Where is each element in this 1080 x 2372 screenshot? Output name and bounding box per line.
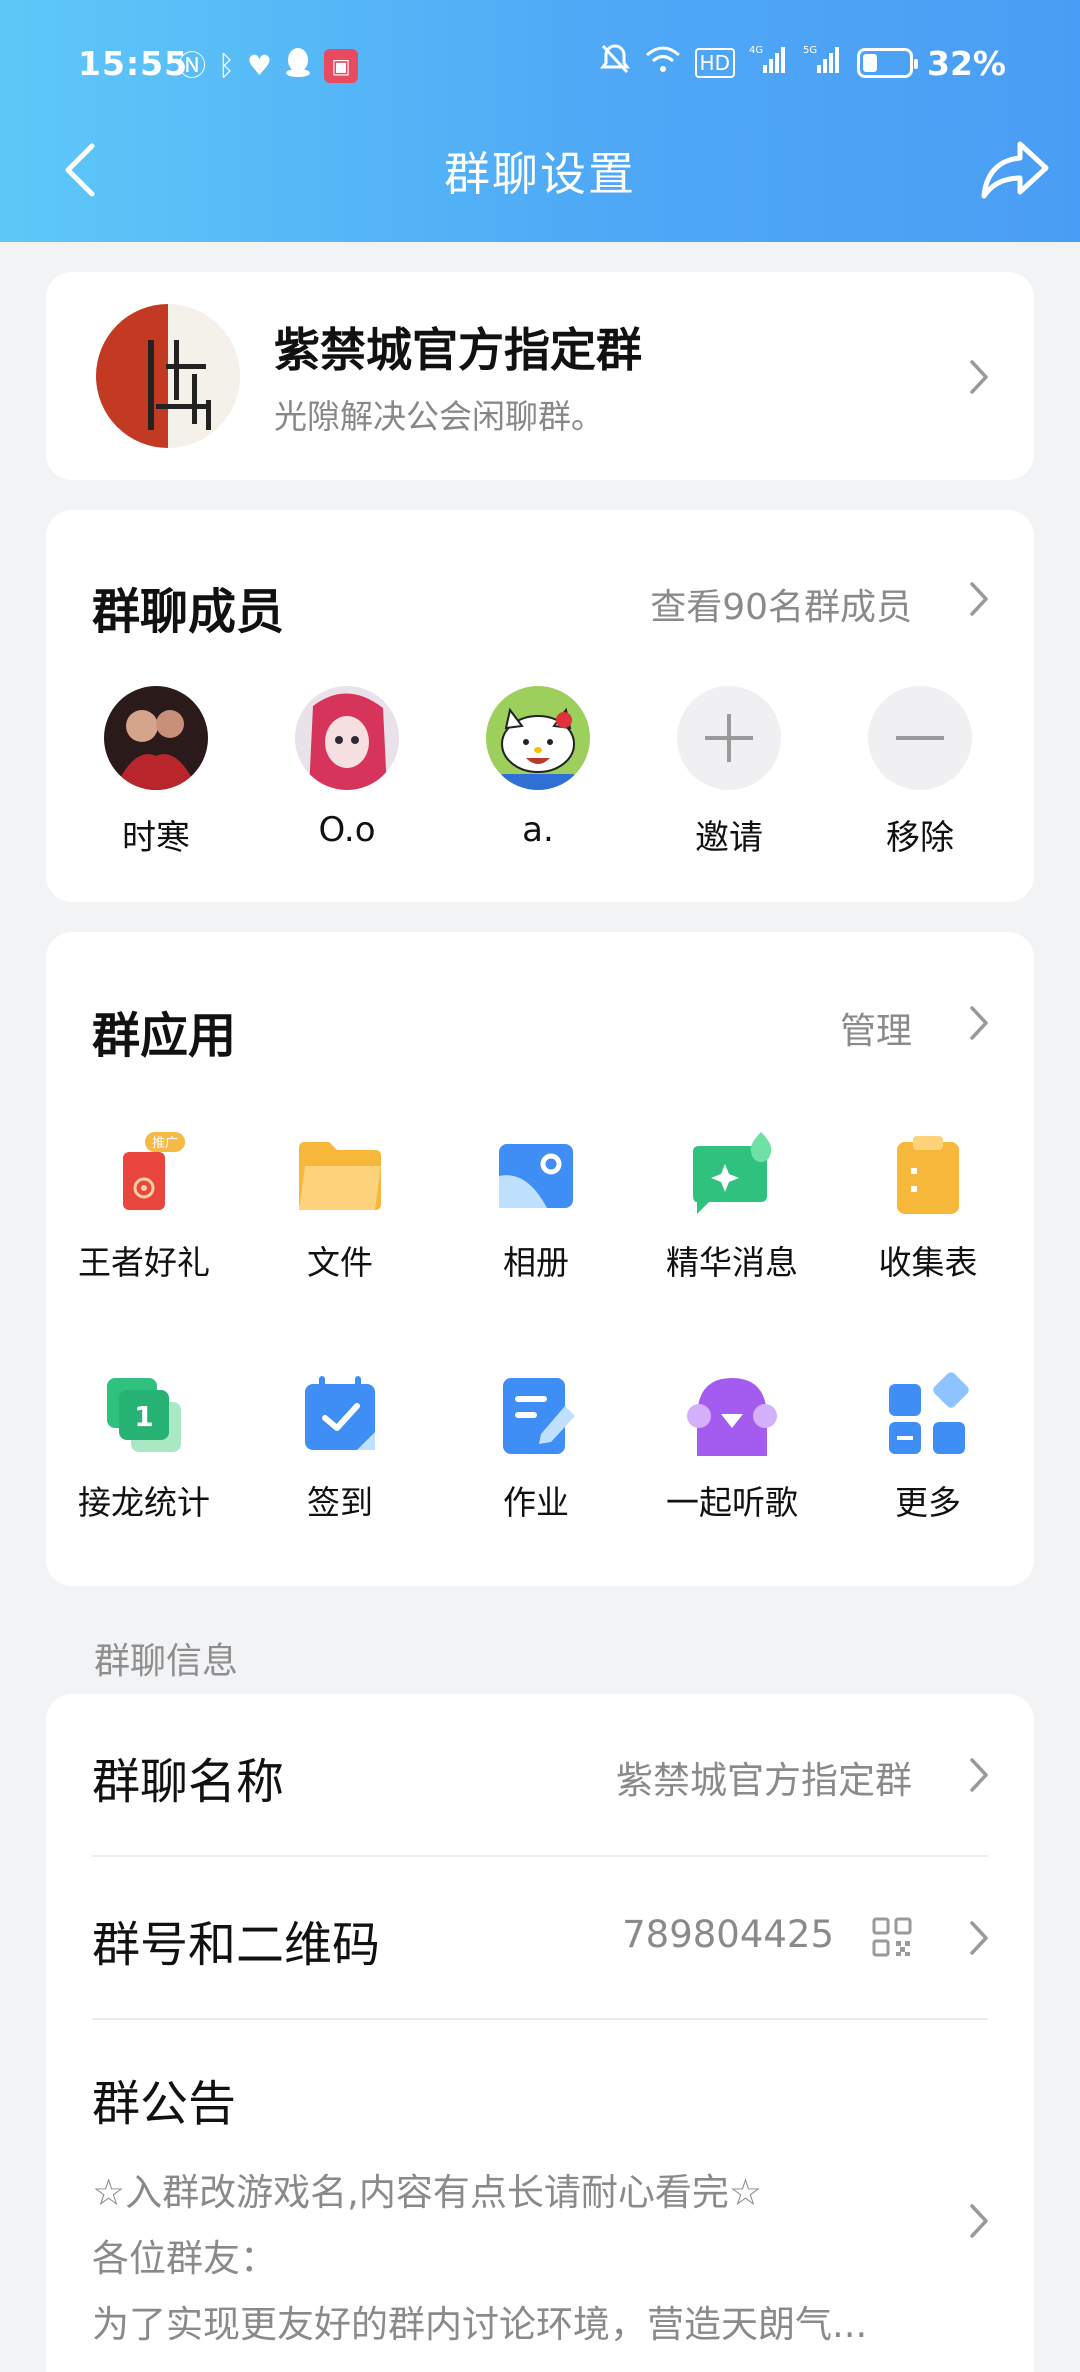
info-section-label: 群聊信息 bbox=[94, 1641, 239, 1682]
group-profile-card[interactable]: 紫禁城官方指定群 光隙解决公会闲聊群。 bbox=[46, 272, 1034, 480]
svg-text:4G: 4G bbox=[749, 45, 763, 56]
member-avatar bbox=[104, 686, 208, 790]
page-title: 群聊设置 bbox=[444, 147, 636, 201]
app-music[interactable]: 一起听歌 bbox=[634, 1370, 830, 1524]
app-album[interactable]: 相册 bbox=[438, 1130, 634, 1284]
promo-badge: 推广 bbox=[152, 1136, 178, 1151]
app-icon: ▣ bbox=[323, 49, 358, 83]
app-label: 文件 bbox=[307, 1243, 373, 1282]
chevron-right-icon[interactable] bbox=[968, 580, 990, 618]
app-label: 相册 bbox=[503, 1243, 569, 1282]
remove-button[interactable]: 移除 bbox=[845, 686, 995, 859]
members-title: 群聊成员 bbox=[92, 584, 285, 640]
group-apps-card: 群应用 管理 推广 王者好礼 文件 相册 精华消息 收集表 1 接龙统计 签到 … bbox=[46, 932, 1034, 1586]
battery-percent: 32% bbox=[927, 43, 1006, 83]
chevron-right-icon bbox=[968, 358, 990, 396]
header: 15:55 Ⓝ ᛒ ♥ ▣ HD 4G 5G 32% 群聊设置 bbox=[0, 0, 1080, 242]
svg-text:5G: 5G bbox=[803, 45, 817, 56]
chevron-right-icon bbox=[968, 1919, 990, 1957]
notice-line: ☆入群改游戏名,内容有点长请耐心看完☆ bbox=[92, 2171, 763, 2214]
apps-title: 群应用 bbox=[92, 1008, 237, 1064]
qq-icon bbox=[284, 46, 312, 86]
minus-icon bbox=[868, 686, 972, 790]
app-label: 一起听歌 bbox=[666, 1483, 798, 1522]
gift-icon: 推广 bbox=[99, 1130, 189, 1220]
status-time: 15:55 bbox=[78, 44, 189, 83]
group-avatar bbox=[96, 304, 240, 448]
member-item[interactable]: 时寒 bbox=[81, 686, 231, 859]
app-label: 收集表 bbox=[878, 1243, 978, 1282]
status-bar: 15:55 Ⓝ ᛒ ♥ ▣ HD 4G 5G 32% bbox=[0, 36, 1080, 92]
chevron-right-icon bbox=[968, 1756, 990, 1794]
mute-icon bbox=[599, 42, 631, 84]
group-name-row[interactable]: 群聊名称 紫禁城官方指定群 bbox=[46, 1694, 1034, 1856]
heart-icon: ♥ bbox=[246, 49, 272, 82]
nfc-icon: Ⓝ bbox=[178, 49, 207, 82]
member-avatar bbox=[486, 686, 590, 790]
app-label: 王者好礼 bbox=[78, 1243, 210, 1282]
member-name: a. bbox=[522, 810, 554, 850]
group-name-label: 群聊名称 bbox=[92, 1754, 285, 1810]
app-label: 签到 bbox=[307, 1483, 373, 1522]
status-left-icons: Ⓝ ᛒ ♥ ▣ bbox=[178, 46, 358, 86]
app-label: 作业 bbox=[503, 1483, 569, 1522]
app-collect[interactable]: 收集表 bbox=[830, 1130, 1026, 1284]
share-icon[interactable] bbox=[980, 138, 1050, 202]
group-name-value: 紫禁城官方指定群 bbox=[616, 1759, 912, 1802]
app-label: 接龙统计 bbox=[78, 1483, 210, 1522]
members-card: 群聊成员 查看90名群成员 时寒 O.o a. 邀请 移除 bbox=[46, 510, 1034, 902]
group-notice-row[interactable]: 群公告 ☆入群改游戏名,内容有点长请耐心看完☆ 各位群友： 为了实现更友好的群内… bbox=[46, 2020, 1034, 2372]
chain-icon: 1 bbox=[99, 1370, 189, 1460]
notice-label: 群公告 bbox=[92, 2076, 237, 2132]
group-number-row[interactable]: 群号和二维码 789804425 bbox=[46, 1857, 1034, 2019]
member-avatar bbox=[295, 686, 399, 790]
member-name: 时寒 bbox=[122, 818, 190, 858]
app-label: 精华消息 bbox=[666, 1243, 798, 1282]
member-name: O.o bbox=[318, 810, 376, 850]
app-essence[interactable]: 精华消息 bbox=[634, 1130, 830, 1284]
app-checkin[interactable]: 签到 bbox=[242, 1370, 438, 1524]
svg-text:1: 1 bbox=[134, 1400, 153, 1433]
manage-link[interactable]: 管理 bbox=[840, 1002, 912, 1054]
notice-line: 为了实现更友好的群内讨论环境，营造天朗气... bbox=[92, 2303, 868, 2346]
group-name: 紫禁城官方指定群 bbox=[274, 323, 642, 377]
clipboard-icon bbox=[883, 1130, 973, 1220]
invite-button[interactable]: 邀请 bbox=[654, 686, 804, 859]
signal-5g-icon: 5G bbox=[803, 43, 843, 83]
app-homework[interactable]: 作业 bbox=[438, 1370, 634, 1524]
app-files[interactable]: 文件 bbox=[242, 1130, 438, 1284]
app-more[interactable]: 更多 bbox=[830, 1370, 1026, 1524]
folder-icon bbox=[295, 1130, 385, 1220]
homework-icon bbox=[491, 1370, 581, 1460]
album-icon bbox=[491, 1130, 581, 1220]
member-item[interactable]: a. bbox=[463, 686, 613, 850]
music-bird-icon bbox=[687, 1370, 777, 1460]
member-item[interactable]: O.o bbox=[272, 686, 422, 850]
chevron-right-icon[interactable] bbox=[968, 1004, 990, 1042]
group-number-value: 789804425 bbox=[622, 1913, 834, 1956]
app-label: 更多 bbox=[895, 1483, 961, 1522]
bluetooth-icon: ᛒ bbox=[218, 49, 235, 82]
notice-line: 各位群友： bbox=[92, 2237, 277, 2280]
hd-icon: HD bbox=[694, 48, 735, 78]
grid-more-icon bbox=[883, 1370, 973, 1460]
group-info-card: 群聊名称 紫禁城官方指定群 群号和二维码 789804425 群公告 ☆入群改游… bbox=[46, 1694, 1034, 2372]
view-members-link[interactable]: 查看90名群成员 bbox=[650, 578, 912, 630]
remove-label: 移除 bbox=[886, 818, 954, 858]
group-description: 光隙解决公会闲聊群。 bbox=[274, 397, 604, 436]
checkin-calendar-icon bbox=[295, 1370, 385, 1460]
status-right-icons: HD 4G 5G 32% bbox=[599, 42, 1006, 84]
essence-message-icon bbox=[687, 1130, 777, 1220]
qr-code-icon bbox=[872, 1917, 912, 1957]
plus-icon bbox=[677, 686, 781, 790]
wifi-icon bbox=[645, 44, 681, 83]
chevron-right-icon bbox=[968, 2202, 990, 2240]
app-gift[interactable]: 推广 王者好礼 bbox=[46, 1130, 242, 1284]
signal-4g-icon: 4G bbox=[749, 43, 789, 83]
group-number-label: 群号和二维码 bbox=[92, 1917, 381, 1973]
invite-label: 邀请 bbox=[695, 818, 763, 858]
battery-icon bbox=[857, 48, 918, 78]
app-chain[interactable]: 1 接龙统计 bbox=[46, 1370, 242, 1524]
